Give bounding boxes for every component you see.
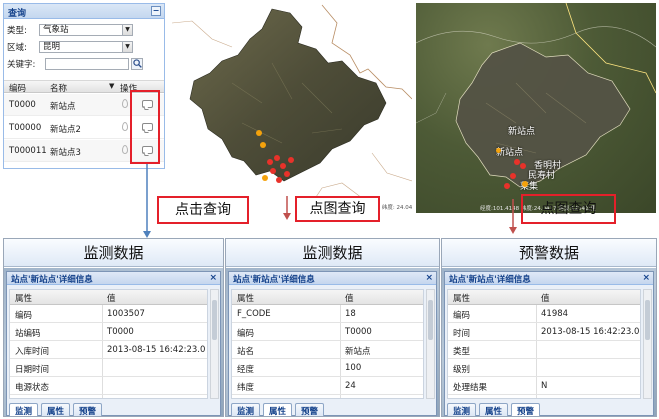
header-value: 值 — [345, 294, 354, 304]
tab-monitoring[interactable]: 监测 — [9, 403, 39, 416]
attribute-table: 属性 值 编码 1003507 站编码 T0000 入库时间 2013-08-15 1… — [9, 289, 208, 399]
row-key: 时间 — [453, 329, 471, 339]
scrollbar[interactable] — [426, 289, 435, 399]
row-value: 新站点 — [345, 347, 371, 357]
row-key: 站名 — [237, 347, 255, 357]
attribute-table: 属性 值 F_CODE 18 编码 T0000 站名 新站点 经度 100 纬度 24 — [231, 289, 424, 399]
scrollbar-thumb[interactable] — [645, 300, 650, 340]
scrollbar-thumb[interactable] — [212, 300, 217, 340]
header-key: 属性 — [237, 294, 255, 304]
detail-tabs: 监测 属性 预警 — [9, 403, 103, 416]
table-row: 电源状态 — [10, 377, 207, 395]
header-value: 值 — [541, 294, 550, 304]
header-value: 值 — [107, 294, 116, 304]
row-key: 电源状态 — [15, 383, 50, 393]
detail-tabs: 监测 属性 预警 — [447, 403, 541, 416]
table-row: 纬度 24 — [232, 377, 423, 395]
detail-window-header: 站点'新站点'详细信息 × — [445, 272, 653, 285]
row-key: 日期时间 — [15, 365, 50, 375]
detail-window: 站点'新站点'详细信息 × 属性 值 编码 1003507 站编码 T0000 入库… — [6, 271, 221, 416]
header-key: 属性 — [15, 294, 33, 304]
arrow-red-2-head — [509, 227, 517, 234]
row-key: 入库时间 — [15, 347, 50, 357]
row-key: 纬度 — [237, 383, 255, 393]
table-row: 级别 — [448, 359, 640, 377]
detail-window: 站点'新站点'详细信息 × 属性 值 编码 41984 时间 2013-08-15 … — [444, 271, 654, 416]
table-row: 编码 T0000 — [232, 323, 423, 341]
tab-monitoring[interactable]: 监测 — [231, 403, 261, 416]
table-row: F_CODE 18 — [232, 305, 423, 323]
panel-heading: 监测数据 — [226, 239, 439, 267]
tab-attributes[interactable]: 属性 — [41, 403, 71, 416]
scrollbar[interactable] — [643, 289, 652, 399]
table-row: 经度 100 — [232, 359, 423, 377]
row-value: T0000 — [345, 327, 372, 337]
close-icon[interactable]: × — [209, 273, 217, 283]
detail-window-title: 站点'新站点'详细信息 — [449, 275, 531, 285]
attribute-table: 属性 值 编码 41984 时间 2013-08-15 16:42:23.0 类型 … — [447, 289, 641, 399]
row-value: 100 — [345, 363, 362, 373]
table-header-row: 属性 值 — [448, 290, 640, 305]
warning-data-panel: 预警数据 站点'新站点'详细信息 × 属性 值 编码 41984 时间 2013-0… — [441, 238, 657, 417]
tab-attributes[interactable]: 属性 — [479, 403, 509, 416]
map-query-callout: 点图查询 — [521, 194, 616, 224]
tab-warning[interactable]: 预警 — [511, 403, 541, 416]
arrow-blue-head — [143, 231, 151, 238]
row-value: 41984 — [541, 309, 569, 319]
detail-window-title: 站点'新站点'详细信息 — [11, 275, 93, 285]
table-row: 时间 2013-08-15 16:42:23.0 — [448, 323, 640, 341]
detail-tabs: 监测 属性 预警 — [231, 403, 325, 416]
table-row: 处理结果 N — [448, 377, 640, 395]
row-key: 编码 — [15, 311, 33, 321]
row-value: 24 — [345, 381, 356, 391]
table-header-row: 属性 值 — [10, 290, 207, 305]
row-key: 级别 — [453, 365, 471, 375]
row-key: 编码 — [453, 311, 471, 321]
header-key: 属性 — [453, 294, 471, 304]
scrollbar-thumb[interactable] — [428, 300, 433, 340]
row-value: T0000 — [107, 327, 134, 337]
table-header-row: 属性 值 — [232, 290, 423, 305]
table-row: 编码 41984 — [448, 305, 640, 323]
scrollbar[interactable] — [210, 289, 219, 399]
tab-attributes[interactable]: 属性 — [263, 403, 293, 416]
table-row: 类型 — [448, 341, 640, 359]
row-value: N — [541, 381, 548, 391]
panel-heading: 预警数据 — [442, 239, 656, 267]
tab-warning[interactable]: 预警 — [295, 403, 325, 416]
map-query-callout: 点图查询 — [295, 196, 380, 222]
detail-window: 站点'新站点'详细信息 × 属性 值 F_CODE 18 编码 T0000 站名 新站… — [228, 271, 437, 416]
row-value: 2013-08-15 16:42:23.0 — [107, 345, 206, 355]
tab-monitoring[interactable]: 监测 — [447, 403, 477, 416]
detail-window-title: 站点'新站点'详细信息 — [233, 275, 315, 285]
detail-window-header: 站点'新站点'详细信息 × — [7, 272, 220, 285]
row-key: 类型 — [453, 347, 471, 357]
panel-heading: 监测数据 — [4, 239, 223, 267]
row-value: 1003507 — [107, 309, 145, 319]
row-key: 站编码 — [15, 329, 41, 339]
row-key: F_CODE — [237, 309, 271, 319]
arrow-red-1-head — [283, 213, 291, 220]
click-query-callout: 点击查询 — [157, 196, 249, 224]
tab-warning[interactable]: 预警 — [73, 403, 103, 416]
close-icon[interactable]: × — [425, 273, 433, 283]
row-value: 18 — [345, 309, 356, 319]
table-row: 入库时间 2013-08-15 16:42:23.0 — [10, 341, 207, 359]
row-value: 2013-08-15 16:42:23.0 — [541, 327, 640, 337]
row-key: 编码 — [237, 329, 255, 339]
close-icon[interactable]: × — [642, 273, 650, 283]
monitoring-data-panel: 监测数据 站点'新站点'详细信息 × 属性 值 编码 1003507 站编码 T00… — [3, 238, 224, 417]
table-row: 站编码 T0000 — [10, 323, 207, 341]
table-row: 站名 新站点 — [232, 341, 423, 359]
row-key: 处理结果 — [453, 383, 488, 393]
monitoring-data-panel: 监测数据 站点'新站点'详细信息 × 属性 值 F_CODE 18 编码 T0000… — [225, 238, 440, 417]
table-row: 日期时间 — [10, 359, 207, 377]
detail-window-header: 站点'新站点'详细信息 × — [229, 272, 436, 285]
table-row: 编码 1003507 — [10, 305, 207, 323]
row-key: 经度 — [237, 365, 255, 375]
